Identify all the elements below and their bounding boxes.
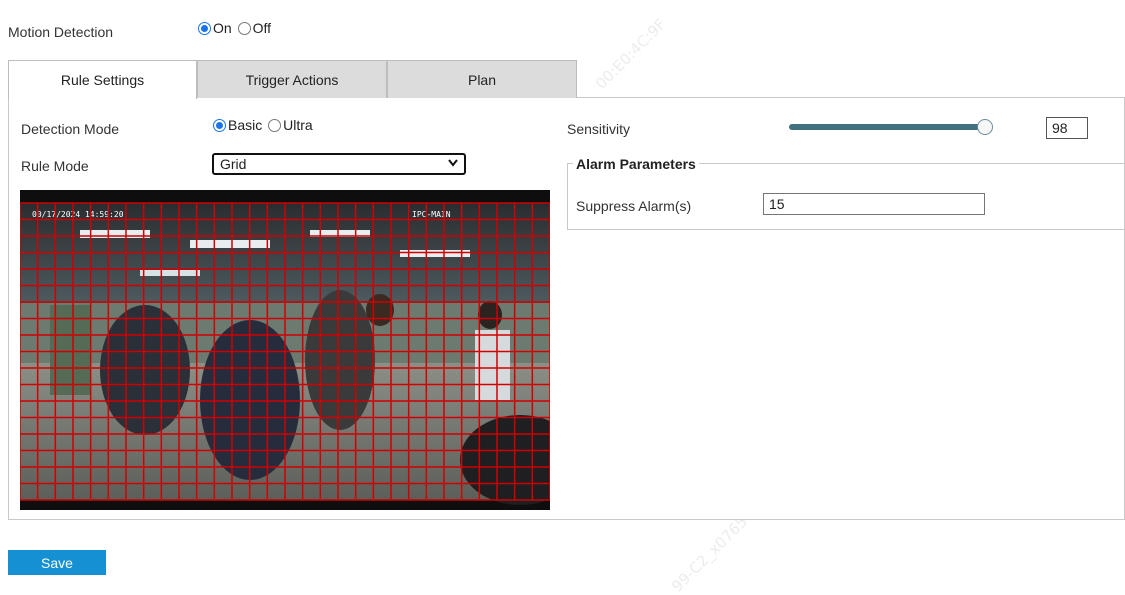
watermark: 99-C2_x0765 [668, 512, 751, 595]
alarm-parameters-title: Alarm Parameters [573, 156, 699, 172]
watermark: 00:E0:4C:9F [592, 15, 670, 93]
sensitivity-slider-track[interactable] [789, 124, 985, 130]
suppress-alarm-label: Suppress Alarm(s) [576, 198, 692, 214]
rule-mode-selected: Grid [220, 156, 247, 172]
ultra-radio[interactable] [268, 119, 282, 132]
detection-mode-radio-group: Basic Ultra [213, 117, 315, 133]
svg-text:00/17/2024 14:59:20: 00/17/2024 14:59:20 [32, 210, 124, 219]
chevron-down-icon [448, 159, 458, 167]
tab-trigger-actions[interactable]: Trigger Actions [197, 60, 387, 98]
ultra-label[interactable]: Ultra [283, 117, 313, 133]
camera-preview[interactable]: 00/17/2024 14:59:20 IPC-MAIN [20, 190, 550, 510]
tab-rule-settings[interactable]: Rule Settings [8, 60, 197, 99]
sensitivity-label: Sensitivity [567, 121, 631, 137]
sensitivity-slider-handle[interactable] [977, 119, 993, 135]
motion-off-radio[interactable] [237, 22, 251, 35]
camera-frame-image: 00/17/2024 14:59:20 IPC-MAIN [20, 190, 550, 510]
svg-text:IPC-MAIN: IPC-MAIN [412, 210, 451, 219]
motion-on-radio[interactable] [198, 22, 211, 35]
motion-detection-radio-group: On Off [198, 20, 273, 36]
rule-mode-label: Rule Mode [21, 158, 89, 174]
basic-label[interactable]: Basic [228, 117, 262, 133]
motion-detection-label: Motion Detection [8, 24, 114, 40]
basic-radio[interactable] [213, 119, 226, 132]
save-button[interactable]: Save [8, 550, 106, 575]
motion-off-label[interactable]: Off [253, 20, 271, 36]
suppress-alarm-input[interactable]: 15 [763, 193, 985, 215]
sensitivity-input[interactable]: 98 [1046, 117, 1088, 139]
rule-mode-select[interactable]: Grid [212, 153, 466, 175]
motion-on-label[interactable]: On [213, 20, 232, 36]
detection-mode-label: Detection Mode [21, 121, 120, 137]
tab-plan[interactable]: Plan [387, 60, 577, 98]
